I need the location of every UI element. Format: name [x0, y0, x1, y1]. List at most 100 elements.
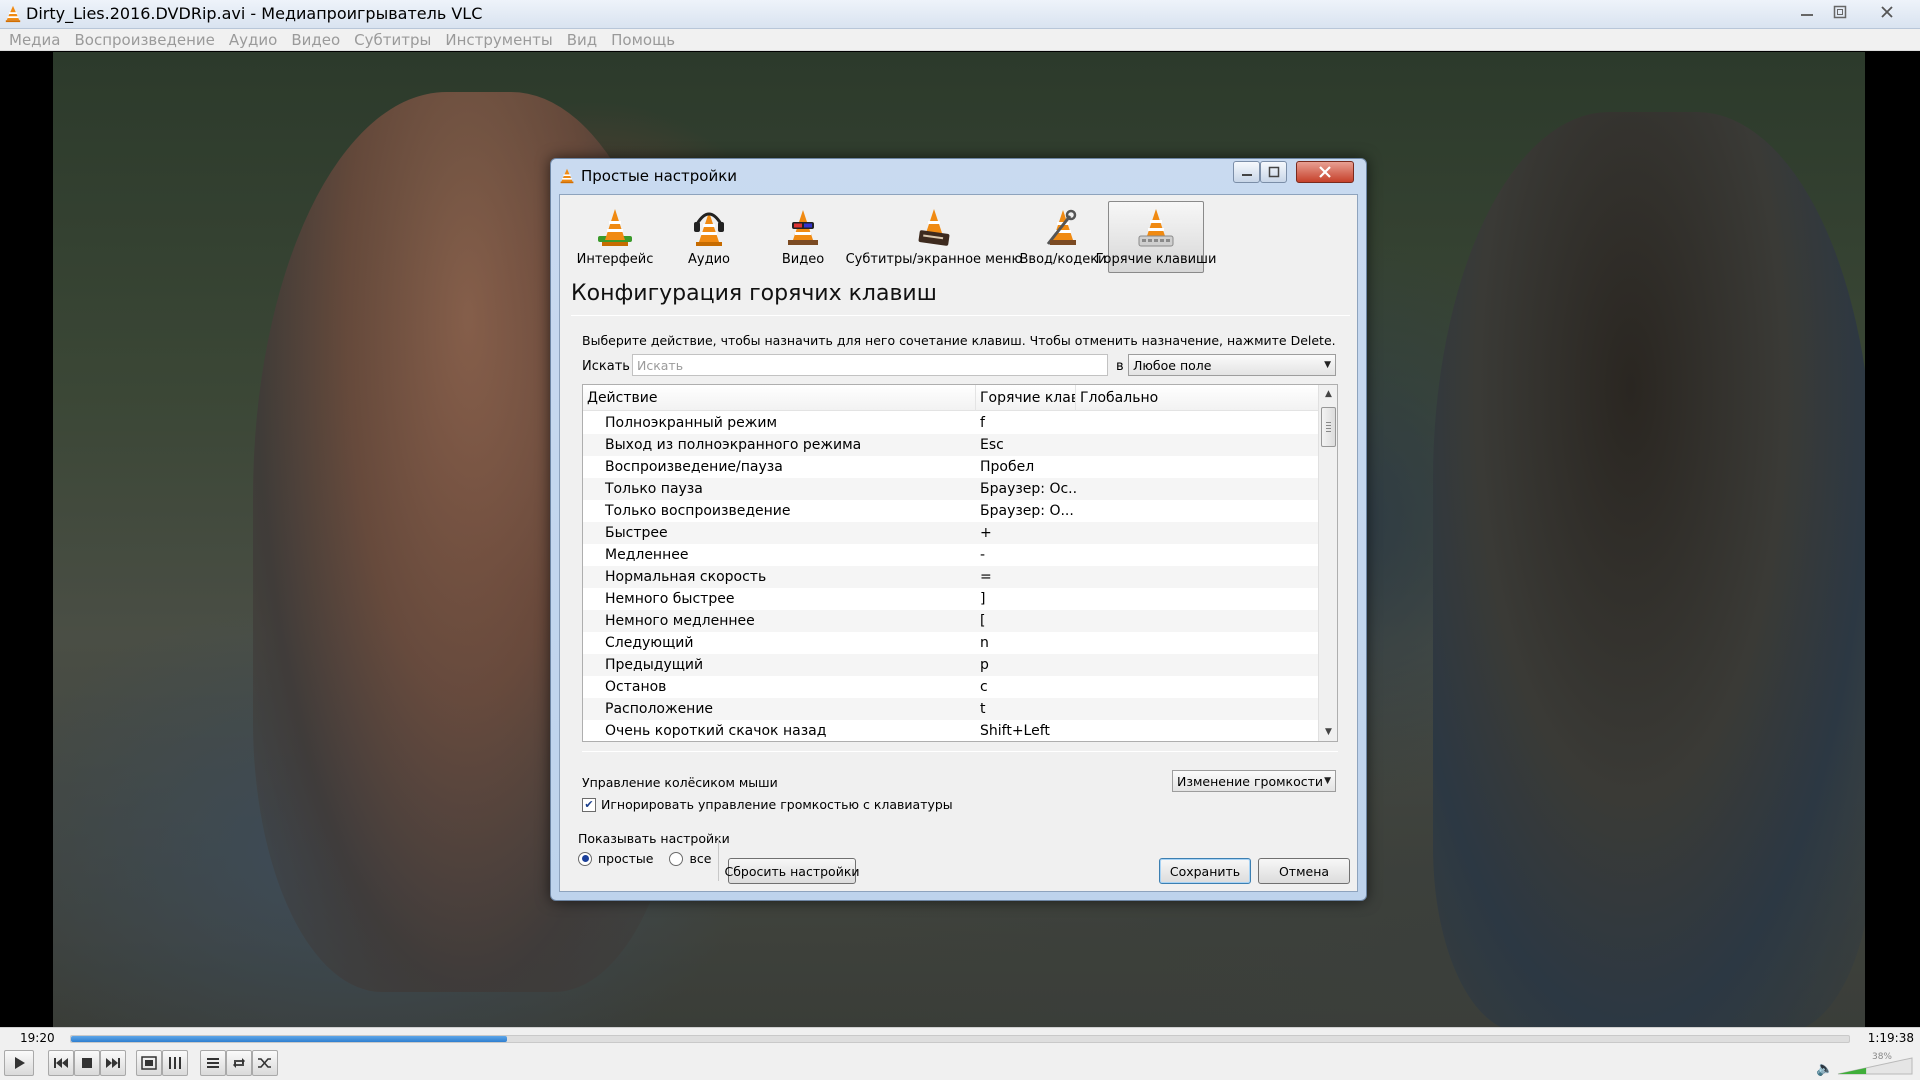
playlist-button[interactable] [200, 1050, 226, 1076]
table-row[interactable]: Останов c [583, 676, 1319, 698]
shuffle-icon [258, 1058, 271, 1068]
hotkey-value: Esc [980, 437, 1004, 453]
save-button[interactable]: Сохранить [1159, 858, 1251, 884]
cancel-button[interactable]: Отмена [1258, 858, 1350, 884]
loop-button[interactable] [226, 1050, 252, 1076]
ignore-volume-row[interactable]: ✔ Игнорировать управление громкостью с к… [582, 797, 953, 812]
menu-help[interactable]: Помощь [604, 31, 682, 49]
scrollbar-thumb[interactable] [1321, 407, 1336, 447]
column-header-hotkey[interactable]: Горячие клав [976, 385, 1076, 411]
minimize-button[interactable] [1790, 0, 1824, 24]
menu-playback[interactable]: Воспроизведение [67, 31, 221, 49]
search-field-select[interactable]: Любое поле ▼ [1128, 354, 1336, 376]
next-button[interactable] [100, 1050, 126, 1076]
table-row[interactable]: Только воспроизведение Браузер: О... [583, 500, 1319, 522]
radio-all[interactable] [669, 851, 684, 866]
hotkey-action: Расположение [605, 701, 714, 717]
column-header-action[interactable]: Действие [583, 385, 976, 411]
previous-button[interactable] [48, 1050, 74, 1076]
category-label: Интерфейс [576, 252, 654, 267]
shuffle-button[interactable] [252, 1050, 278, 1076]
table-row[interactable]: Расположение t [583, 698, 1319, 720]
checkmark-icon: ✔ [584, 798, 594, 811]
menu-media[interactable]: Медиа [2, 31, 67, 49]
hotkey-value: ] [980, 591, 986, 607]
table-row[interactable]: Медленнее - [583, 544, 1319, 566]
hotkey-value: t [980, 701, 986, 717]
menu-subtitles[interactable]: Субтитры [347, 31, 438, 49]
category-label: Аудио [688, 252, 730, 267]
close-icon [1881, 6, 1893, 18]
category-interface[interactable]: Интерфейс [568, 201, 662, 273]
mouse-wheel-value: Изменение громкости [1177, 773, 1323, 789]
close-button[interactable] [1866, 0, 1908, 24]
table-scrollbar[interactable]: ▲ ▼ [1318, 385, 1337, 741]
table-row[interactable]: Предыдущий p [583, 654, 1319, 676]
play-icon [15, 1057, 25, 1069]
volume-percent: 38% [1871, 1052, 1892, 1062]
video-figure-right [1433, 112, 1865, 1027]
radio-simple[interactable] [578, 851, 592, 866]
table-row[interactable]: Воспроизведение/пауза Пробел [583, 456, 1319, 478]
maximize-icon [1268, 166, 1279, 178]
dialog-minimize-button[interactable] [1233, 161, 1260, 183]
table-row[interactable]: Быстрее + [583, 522, 1319, 544]
hotkey-value: Пробел [980, 459, 1035, 475]
scroll-up-arrow-icon[interactable]: ▲ [1319, 385, 1337, 403]
menu-video[interactable]: Видео [284, 31, 347, 49]
menu-tools[interactable]: Инструменты [438, 31, 559, 49]
loop-icon [233, 1058, 245, 1068]
reset-settings-button[interactable]: Сбросить настройки [725, 858, 860, 884]
table-row[interactable]: Немного быстрее] [583, 588, 1319, 610]
category-audio[interactable]: Аудио [662, 201, 756, 273]
ignore-volume-checkbox[interactable]: ✔ [582, 797, 596, 812]
category-label: Субтитры/экранное меню [845, 252, 1023, 267]
hotkey-action: Быстрее [605, 525, 668, 541]
audio-headphones-cone-icon [694, 212, 724, 246]
mouse-wheel-select[interactable]: Изменение громкости ▼ [1172, 770, 1336, 792]
extended-settings-button[interactable] [162, 1050, 188, 1076]
section-title: Конфигурация горячих клавиш [571, 281, 937, 306]
play-button[interactable] [4, 1050, 34, 1076]
table-row[interactable]: Полноэкранный режим f [583, 412, 1319, 434]
table-row[interactable]: Только пауза Браузер: Ос... [583, 478, 1319, 500]
hotkey-action: Предыдущий [605, 657, 704, 673]
table-row[interactable]: Выход из полноэкранного режима Esc [583, 434, 1319, 456]
hotkey-value: n [980, 635, 989, 651]
volume-slider[interactable]: 38% [1836, 1052, 1914, 1075]
column-header-global[interactable]: Глобально [1076, 385, 1319, 411]
category-label: Ввод/кодеки [1019, 252, 1107, 267]
table-row[interactable]: Немного медленнее [ [583, 610, 1319, 632]
ignore-volume-label: Игнорировать управление громкостью с кла… [601, 797, 953, 812]
table-row[interactable]: Нормальная скорость = [583, 566, 1319, 588]
hotkey-action: Немного быстрее [605, 591, 735, 607]
dialog-close-button[interactable] [1296, 161, 1354, 183]
interface-cone-icon [598, 209, 632, 246]
divider [582, 751, 1338, 752]
table-row[interactable]: Следующий n [583, 632, 1319, 654]
equalizer-icon [169, 1057, 181, 1069]
category-video[interactable]: Видео [756, 201, 850, 273]
show-settings-label: Показывать настройки [578, 831, 730, 846]
search-input[interactable] [632, 354, 1108, 376]
seek-bar[interactable] [70, 1035, 1850, 1043]
hotkey-value: Браузер: Ос... [980, 481, 1076, 497]
next-icon [106, 1058, 120, 1068]
fullscreen-button[interactable] [136, 1050, 162, 1076]
dialog-maximize-button[interactable] [1260, 161, 1287, 183]
seek-bar-fill [71, 1036, 507, 1042]
restore-button[interactable] [1823, 0, 1857, 24]
category-subtitles[interactable]: Субтитры/экранное меню [846, 201, 1022, 273]
table-row[interactable]: Очень короткий скачок назад Shift+Left [583, 720, 1319, 741]
category-hotkeys[interactable]: Горячие клавиши [1096, 201, 1216, 273]
speaker-icon[interactable]: 🔈 [1816, 1061, 1833, 1077]
menu-view[interactable]: Вид [560, 31, 604, 49]
fullscreen-icon [141, 1056, 157, 1070]
scroll-down-arrow-icon[interactable]: ▼ [1319, 723, 1337, 741]
category-input-codecs[interactable]: Ввод/кодеки [1018, 201, 1108, 273]
hotkey-action: Останов [605, 679, 667, 695]
stop-button[interactable] [74, 1050, 100, 1076]
total-time: 1:19:38 [1867, 1031, 1914, 1045]
menu-audio[interactable]: Аудио [222, 31, 284, 49]
hotkey-value: p [980, 657, 989, 673]
